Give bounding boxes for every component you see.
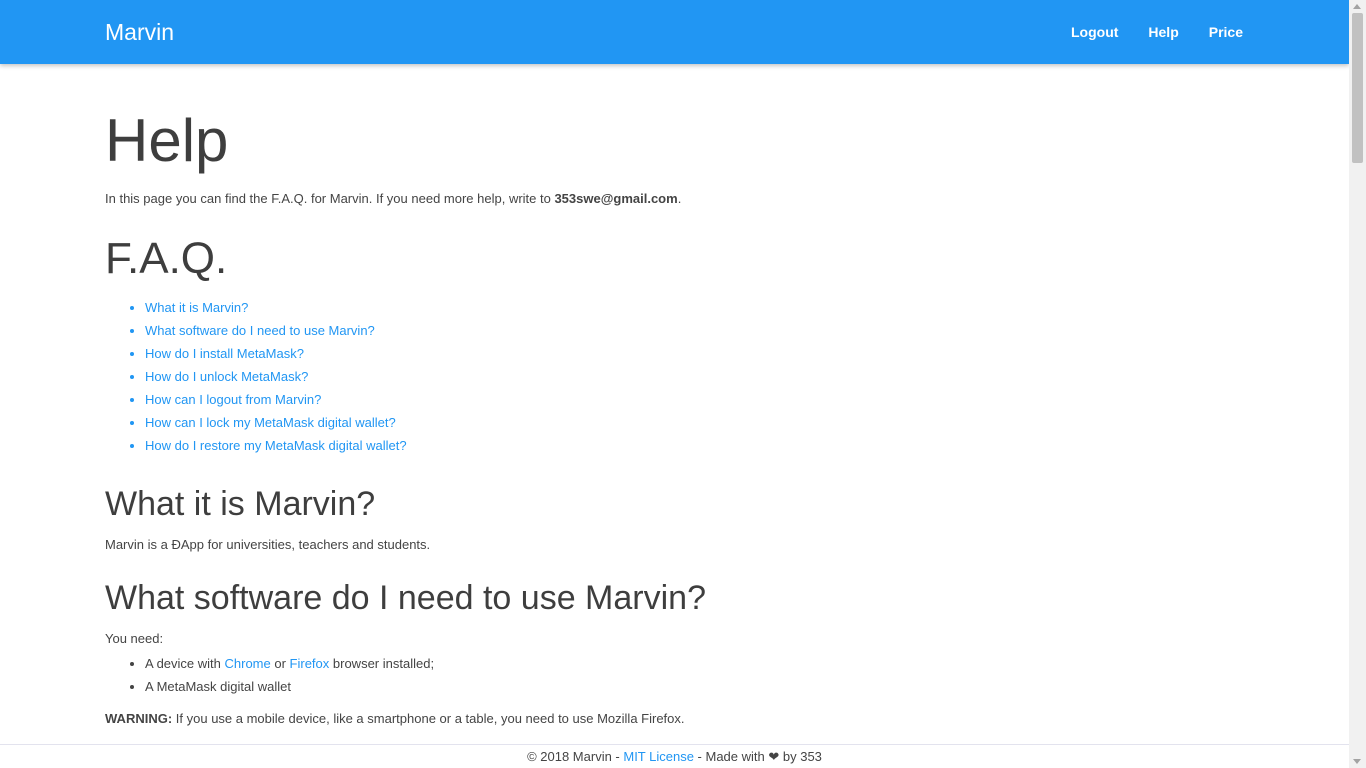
chrome-link[interactable]: Chrome [225, 656, 271, 671]
section-lead-software: You need: [105, 631, 164, 646]
req-text: browser installed; [329, 656, 435, 671]
faq-link-what-is-marvin[interactable]: What it is Marvin? [145, 300, 248, 315]
requirements-list: A device with Chrome or Firefox browser … [105, 652, 1205, 698]
req-text: A MetaMask digital wallet [145, 679, 291, 694]
faq-link-install-metamask[interactable]: How do I install MetaMask? [145, 346, 304, 361]
section-heading-what-is-marvin: What it is Marvin? [105, 485, 376, 523]
faq-link-logout[interactable]: How can I logout from Marvin? [145, 392, 321, 407]
footer-by: by 353 [779, 749, 822, 764]
price-link[interactable]: Price [1209, 24, 1243, 40]
list-item: How can I lock my MetaMask digital walle… [145, 411, 1205, 434]
intro-end: . [677, 191, 682, 206]
list-item: How do I install MetaMask? [145, 342, 1205, 365]
page-title: Help [105, 107, 229, 174]
warning-text: If you use a mobile device, like a smart… [172, 711, 685, 726]
firefox-link[interactable]: Firefox [290, 656, 330, 671]
heart-icon: ❤ [768, 749, 780, 764]
scroll-down-icon[interactable] [1353, 759, 1361, 764]
list-item: How do I restore my MetaMask digital wal… [145, 434, 1205, 457]
scroll-up-icon[interactable] [1353, 4, 1361, 9]
footer-made-with: - Made with [693, 749, 769, 764]
intro-paragraph: In this page you can find the F.A.Q. for… [105, 190, 1205, 208]
logout-link[interactable]: Logout [1071, 24, 1118, 40]
license-link[interactable]: MIT License [623, 749, 694, 764]
help-link[interactable]: Help [1148, 24, 1178, 40]
faq-link-lock-wallet[interactable]: How can I lock my MetaMask digital walle… [145, 415, 396, 430]
footer: © 2018 Marvin - MIT License - Made with … [0, 744, 1349, 768]
footer-copyright: © 2018 Marvin - [527, 749, 624, 764]
brand-logo[interactable]: Marvin [105, 18, 174, 46]
warning-label: WARNING: [105, 711, 173, 726]
faq-list: What it is Marvin? What software do I ne… [105, 296, 1205, 457]
list-item: A MetaMask digital wallet [145, 675, 1205, 698]
top-navbar: Marvin Logout Help Price [0, 0, 1349, 64]
main-content: Help In this page you can find the F.A.Q… [105, 64, 1205, 728]
nav-links: Logout Help Price [1041, 0, 1243, 64]
list-item: A device with Chrome or Firefox browser … [145, 652, 1205, 675]
section-body-what-is-marvin: Marvin is a ĐApp for universities, teach… [105, 537, 431, 552]
warning-paragraph: WARNING: If you use a mobile device, lik… [105, 710, 1205, 728]
vertical-scrollbar[interactable] [1349, 0, 1366, 768]
req-text: or [270, 656, 290, 671]
faq-heading: F.A.Q. [105, 234, 228, 283]
list-item: How do I unlock MetaMask? [145, 365, 1205, 388]
section-heading-software: What software do I need to use Marvin? [105, 579, 706, 617]
faq-link-restore-wallet[interactable]: How do I restore my MetaMask digital wal… [145, 438, 407, 453]
support-email: 353swe@gmail.com [554, 191, 678, 206]
list-item: What it is Marvin? [145, 296, 1205, 319]
list-item: How can I logout from Marvin? [145, 388, 1205, 411]
req-text: A device with [145, 656, 225, 671]
list-item: What software do I need to use Marvin? [145, 319, 1205, 342]
intro-text: In this page you can find the F.A.Q. for… [105, 191, 555, 206]
scroll-thumb[interactable] [1352, 13, 1363, 163]
faq-link-software[interactable]: What software do I need to use Marvin? [145, 323, 375, 338]
faq-link-unlock-metamask[interactable]: How do I unlock MetaMask? [145, 369, 308, 384]
